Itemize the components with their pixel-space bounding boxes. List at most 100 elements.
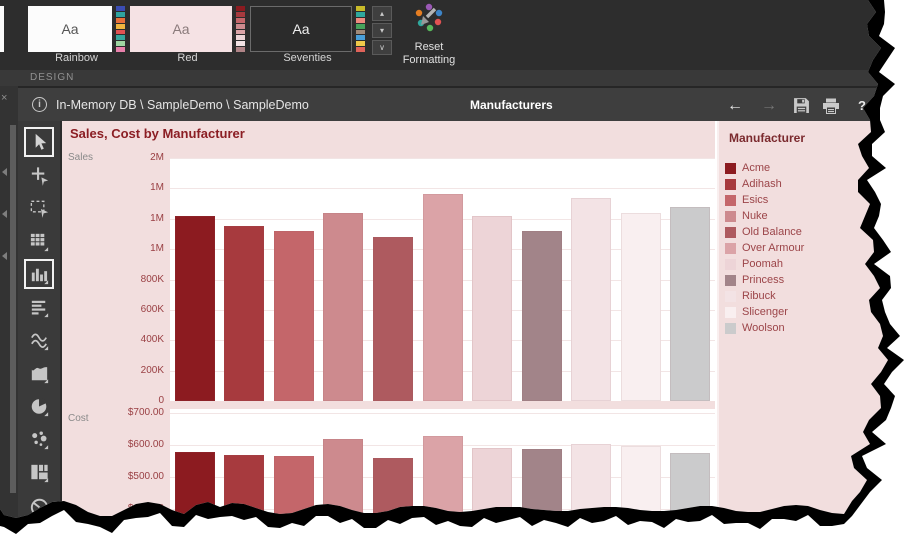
sales-bar-Esics[interactable] bbox=[274, 231, 314, 401]
gridline bbox=[170, 188, 715, 189]
legend-item[interactable]: Ribuck bbox=[725, 288, 804, 304]
strip-color-swatch bbox=[236, 6, 245, 11]
info-icon[interactable]: i bbox=[32, 97, 47, 112]
legend-label: Poomah bbox=[742, 258, 783, 270]
gridline bbox=[170, 413, 715, 414]
theme-tile-rainbow[interactable]: Aa bbox=[28, 6, 112, 52]
legend-label: Old Balance bbox=[742, 226, 802, 238]
cost-bar-Woolson[interactable] bbox=[670, 453, 710, 551]
legend-item[interactable]: Poomah bbox=[725, 256, 804, 272]
splitter-grip-icon bbox=[2, 168, 7, 176]
cost-axis-tick: $400.00 bbox=[62, 503, 164, 514]
tool-pointer[interactable] bbox=[24, 127, 54, 157]
cost-bar-Nuke[interactable] bbox=[323, 439, 363, 551]
reset-formatting-label: Reset Formatting bbox=[398, 41, 460, 67]
strip-color-swatch bbox=[356, 6, 365, 11]
theme-color-strip bbox=[116, 6, 125, 53]
theme-label-red: Red bbox=[130, 52, 245, 66]
tool-move[interactable] bbox=[24, 160, 54, 190]
line-chart-icon bbox=[28, 329, 51, 352]
cost-bar-Princess[interactable] bbox=[522, 449, 562, 551]
tool-bar-chart[interactable] bbox=[24, 259, 54, 289]
legend-label: Slicenger bbox=[742, 306, 788, 318]
strip-color-swatch bbox=[236, 35, 245, 40]
tool-treemap[interactable] bbox=[24, 457, 54, 487]
chart-item[interactable]: Sales, Cost by Manufacturer Sales Cost 2… bbox=[62, 121, 715, 551]
legend-swatch-icon bbox=[725, 307, 736, 318]
sales-bar-Slicenger[interactable] bbox=[621, 213, 661, 401]
strip-color-swatch bbox=[236, 41, 245, 46]
strip-color-swatch bbox=[236, 18, 245, 23]
legend-item[interactable]: Princess bbox=[725, 272, 804, 288]
theme-tile-partial bbox=[0, 6, 4, 52]
cost-bar-Esics[interactable] bbox=[274, 456, 314, 551]
tool-pie-chart[interactable] bbox=[24, 391, 54, 421]
sales-bar-Ribuck[interactable] bbox=[571, 198, 611, 402]
item-toolbox bbox=[18, 121, 62, 551]
back-button[interactable]: ← bbox=[724, 88, 746, 123]
strip-color-swatch bbox=[116, 12, 125, 17]
gallery-down-button[interactable]: ▾ bbox=[372, 23, 392, 38]
tool-pivot-grid[interactable] bbox=[24, 226, 54, 256]
strip-color-swatch bbox=[116, 41, 125, 46]
cost-bar-Over-Armour[interactable] bbox=[423, 436, 463, 551]
cost-bar-Poomah[interactable] bbox=[472, 448, 512, 551]
reset-formatting-button[interactable]: Reset Formatting bbox=[398, 2, 460, 68]
gauge-icon bbox=[28, 494, 51, 517]
sales-bar-Poomah[interactable] bbox=[472, 216, 512, 401]
legend-item[interactable]: Adihash bbox=[725, 176, 804, 192]
sales-axis-tick: 800K bbox=[62, 274, 164, 285]
sales-axis-tick: 1M bbox=[62, 213, 164, 224]
tool-area-chart[interactable] bbox=[24, 358, 54, 388]
legend-item[interactable]: Slicenger bbox=[725, 304, 804, 320]
cost-bar-Ribuck[interactable] bbox=[571, 444, 611, 551]
legend-item[interactable]: Esics bbox=[725, 192, 804, 208]
ribbon-tab-design[interactable]: DESIGN bbox=[0, 70, 911, 86]
cost-plot bbox=[170, 409, 715, 551]
legend-label: Over Armour bbox=[742, 242, 804, 254]
cost-bar-Old-Balance[interactable] bbox=[373, 458, 413, 551]
strip-color-swatch bbox=[356, 18, 365, 23]
cost-bar-Slicenger[interactable] bbox=[621, 446, 661, 551]
legend-swatch-icon bbox=[725, 211, 736, 222]
legend-title: Manufacturer bbox=[729, 131, 805, 145]
forward-button: → bbox=[758, 88, 780, 123]
legend-item[interactable]: Woolson bbox=[725, 320, 804, 336]
tool-scatter-chart[interactable] bbox=[24, 424, 54, 454]
strip-color-swatch bbox=[116, 35, 125, 40]
rail-splitter[interactable] bbox=[10, 125, 16, 493]
sales-bar-Over-Armour[interactable] bbox=[423, 194, 463, 401]
sales-bar-Adihash[interactable] bbox=[224, 226, 264, 401]
legend-label: Woolson bbox=[742, 322, 785, 334]
legend-item[interactable]: Over Armour bbox=[725, 240, 804, 256]
legend-item[interactable]: Acme bbox=[725, 160, 804, 176]
sales-bar-Woolson[interactable] bbox=[670, 207, 710, 401]
print-button[interactable] bbox=[820, 88, 842, 123]
tool-gauge[interactable] bbox=[24, 490, 54, 520]
tool-text-rows[interactable] bbox=[24, 292, 54, 322]
sales-bar-Old-Balance[interactable] bbox=[373, 237, 413, 401]
theme-tile-seventies[interactable]: Aa bbox=[250, 6, 352, 52]
theme-sample-text: Aa bbox=[172, 21, 189, 37]
sales-bar-Princess[interactable] bbox=[522, 231, 562, 401]
cost-axis-tick: $700.00 bbox=[62, 407, 164, 418]
legend-swatch-icon bbox=[725, 323, 736, 334]
strip-color-swatch bbox=[356, 30, 365, 35]
gallery-dropdown-button[interactable]: ∨ bbox=[372, 40, 392, 55]
sales-bar-Nuke[interactable] bbox=[323, 213, 363, 401]
legend-item[interactable]: Old Balance bbox=[725, 224, 804, 240]
tool-line-chart[interactable] bbox=[24, 325, 54, 355]
legend-item[interactable]: Nuke bbox=[725, 208, 804, 224]
tool-marquee[interactable] bbox=[24, 193, 54, 223]
theme-tile-red[interactable]: Aa bbox=[130, 6, 232, 52]
cost-bar-Adihash[interactable] bbox=[224, 455, 264, 551]
help-button[interactable]: ? bbox=[851, 88, 873, 123]
strip-color-swatch bbox=[236, 24, 245, 29]
gallery-up-button[interactable]: ▴ bbox=[372, 6, 392, 21]
sales-bar-Acme[interactable] bbox=[175, 216, 215, 401]
pointer-icon bbox=[28, 131, 51, 154]
close-button[interactable]: × bbox=[871, 88, 893, 123]
save-button[interactable] bbox=[790, 88, 812, 123]
collapse-panel-icon[interactable]: × bbox=[1, 92, 7, 104]
cost-bar-Acme[interactable] bbox=[175, 452, 215, 551]
